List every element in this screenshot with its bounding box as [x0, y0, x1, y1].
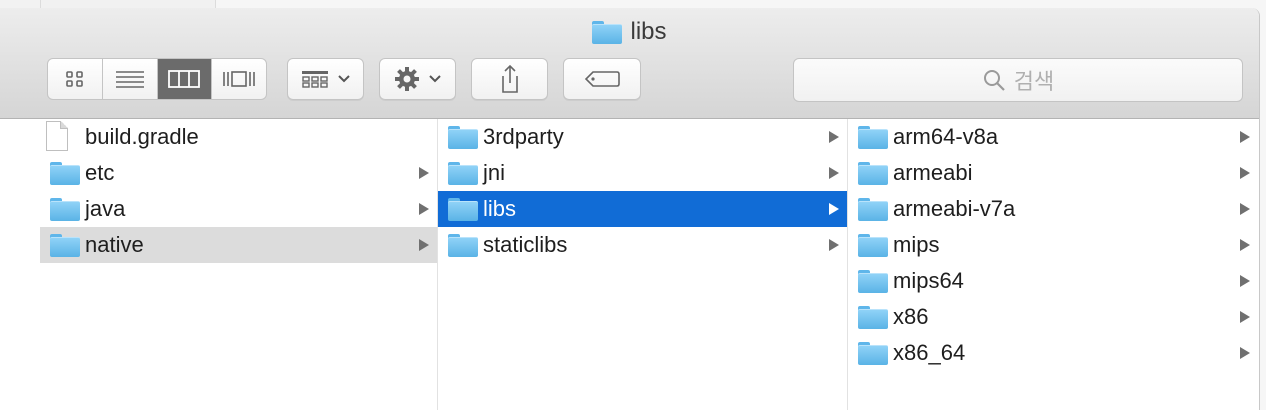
disclosure-arrow-icon: [1240, 131, 1250, 143]
disclosure-arrow-icon: [1240, 347, 1250, 359]
folder-icon: [50, 162, 80, 185]
share-icon: [501, 64, 518, 93]
item-name: armeabi-v7a: [893, 196, 1016, 221]
list-item[interactable]: native: [40, 227, 437, 263]
item-name: x86: [893, 304, 929, 329]
item-name: etc: [85, 160, 115, 185]
folder-icon: [858, 198, 888, 221]
folder-icon: [448, 162, 478, 185]
cover-flow-icon: [223, 71, 255, 87]
disclosure-arrow-icon: [829, 239, 839, 251]
icon-view-button[interactable]: [48, 59, 103, 99]
item-name: mips64: [893, 268, 964, 293]
list-item[interactable]: java: [40, 191, 437, 227]
cover-flow-view-button[interactable]: [212, 59, 266, 99]
list-item[interactable]: mips64: [848, 263, 1258, 299]
toolbar: libs 검색: [0, 8, 1259, 119]
arrange-button[interactable]: [287, 58, 364, 100]
arrange-icon: [301, 71, 328, 88]
list-item[interactable]: mips: [848, 227, 1258, 263]
chevron-down-icon: [337, 75, 350, 83]
disclosure-arrow-icon: [1240, 239, 1250, 251]
folder-icon: [858, 306, 888, 329]
gear-icon: [394, 67, 419, 91]
column-3: arm64-v8a armeabi armeabi-v7a mips mips64 x86…: [848, 119, 1258, 410]
item-name: jni: [483, 160, 506, 185]
document-icon: [46, 121, 68, 151]
item-name: x86_64: [893, 340, 966, 365]
disclosure-arrow-icon: [829, 167, 839, 179]
chevron-down-icon: [428, 75, 441, 83]
share-button[interactable]: [471, 58, 548, 100]
list-item[interactable]: etc: [40, 155, 437, 191]
column-view-button[interactable]: [157, 59, 213, 99]
folder-icon: [858, 270, 888, 293]
item-name: mips: [893, 232, 940, 257]
item-name: build.gradle: [85, 124, 199, 149]
item-name: staticlibs: [483, 232, 568, 257]
action-button[interactable]: [379, 58, 456, 100]
disclosure-arrow-icon: [419, 167, 429, 179]
list-icon: [115, 71, 144, 88]
folder-icon: [50, 198, 80, 221]
folder-icon: [858, 342, 888, 365]
list-item[interactable]: staticlibs: [438, 227, 847, 263]
folder-icon: [448, 126, 478, 149]
folder-icon: [858, 126, 888, 149]
list-item[interactable]: build.gradle: [40, 119, 437, 155]
disclosure-arrow-icon: [419, 239, 429, 251]
disclosure-arrow-icon: [1240, 167, 1250, 179]
item-name: native: [85, 232, 144, 257]
tag-icon: [584, 71, 620, 87]
column-2: 3rdparty jni libs staticlibs: [438, 119, 848, 410]
item-name: 3rdparty: [483, 124, 564, 149]
list-item[interactable]: libs: [438, 191, 847, 227]
window-title-text: libs: [630, 18, 667, 45]
search-field[interactable]: 검색: [793, 58, 1243, 102]
folder-icon: [50, 234, 80, 257]
list-item[interactable]: arm64-v8a: [848, 119, 1258, 155]
column-1: build.gradle etc java native: [40, 119, 438, 410]
list-item[interactable]: 3rdparty: [438, 119, 847, 155]
folder-icon: [448, 234, 478, 257]
list-item[interactable]: x86: [848, 299, 1258, 335]
list-item[interactable]: jni: [438, 155, 847, 191]
item-name: libs: [483, 196, 517, 221]
item-name: armeabi: [893, 160, 973, 185]
columns-icon: [168, 70, 201, 88]
disclosure-arrow-icon: [419, 203, 429, 215]
tag-button[interactable]: [563, 58, 641, 100]
window-title: libs: [0, 18, 1259, 46]
list-item[interactable]: armeabi: [848, 155, 1258, 191]
list-item[interactable]: armeabi-v7a: [848, 191, 1258, 227]
search-placeholder: 검색: [1013, 69, 1055, 94]
finder-window: libs 검색 build.gradle etc java native 3rd…: [0, 8, 1260, 410]
list-view-button[interactable]: [103, 59, 158, 99]
column-browser: build.gradle etc java native 3rdparty jni lib…: [0, 119, 1259, 410]
view-mode-control: [47, 58, 267, 100]
folder-icon: [858, 162, 888, 185]
folder-icon: [448, 198, 478, 221]
disclosure-arrow-icon: [829, 131, 839, 143]
grid-icon: [66, 71, 83, 87]
list-item[interactable]: x86_64: [848, 335, 1258, 371]
item-name: java: [85, 196, 126, 221]
disclosure-arrow-icon: [829, 203, 839, 215]
disclosure-arrow-icon: [1240, 203, 1250, 215]
search-icon: [983, 70, 1005, 91]
folder-icon: [858, 234, 888, 257]
folder-icon: [592, 21, 623, 44]
item-name: arm64-v8a: [893, 124, 999, 149]
disclosure-arrow-icon: [1240, 275, 1250, 287]
disclosure-arrow-icon: [1240, 311, 1250, 323]
